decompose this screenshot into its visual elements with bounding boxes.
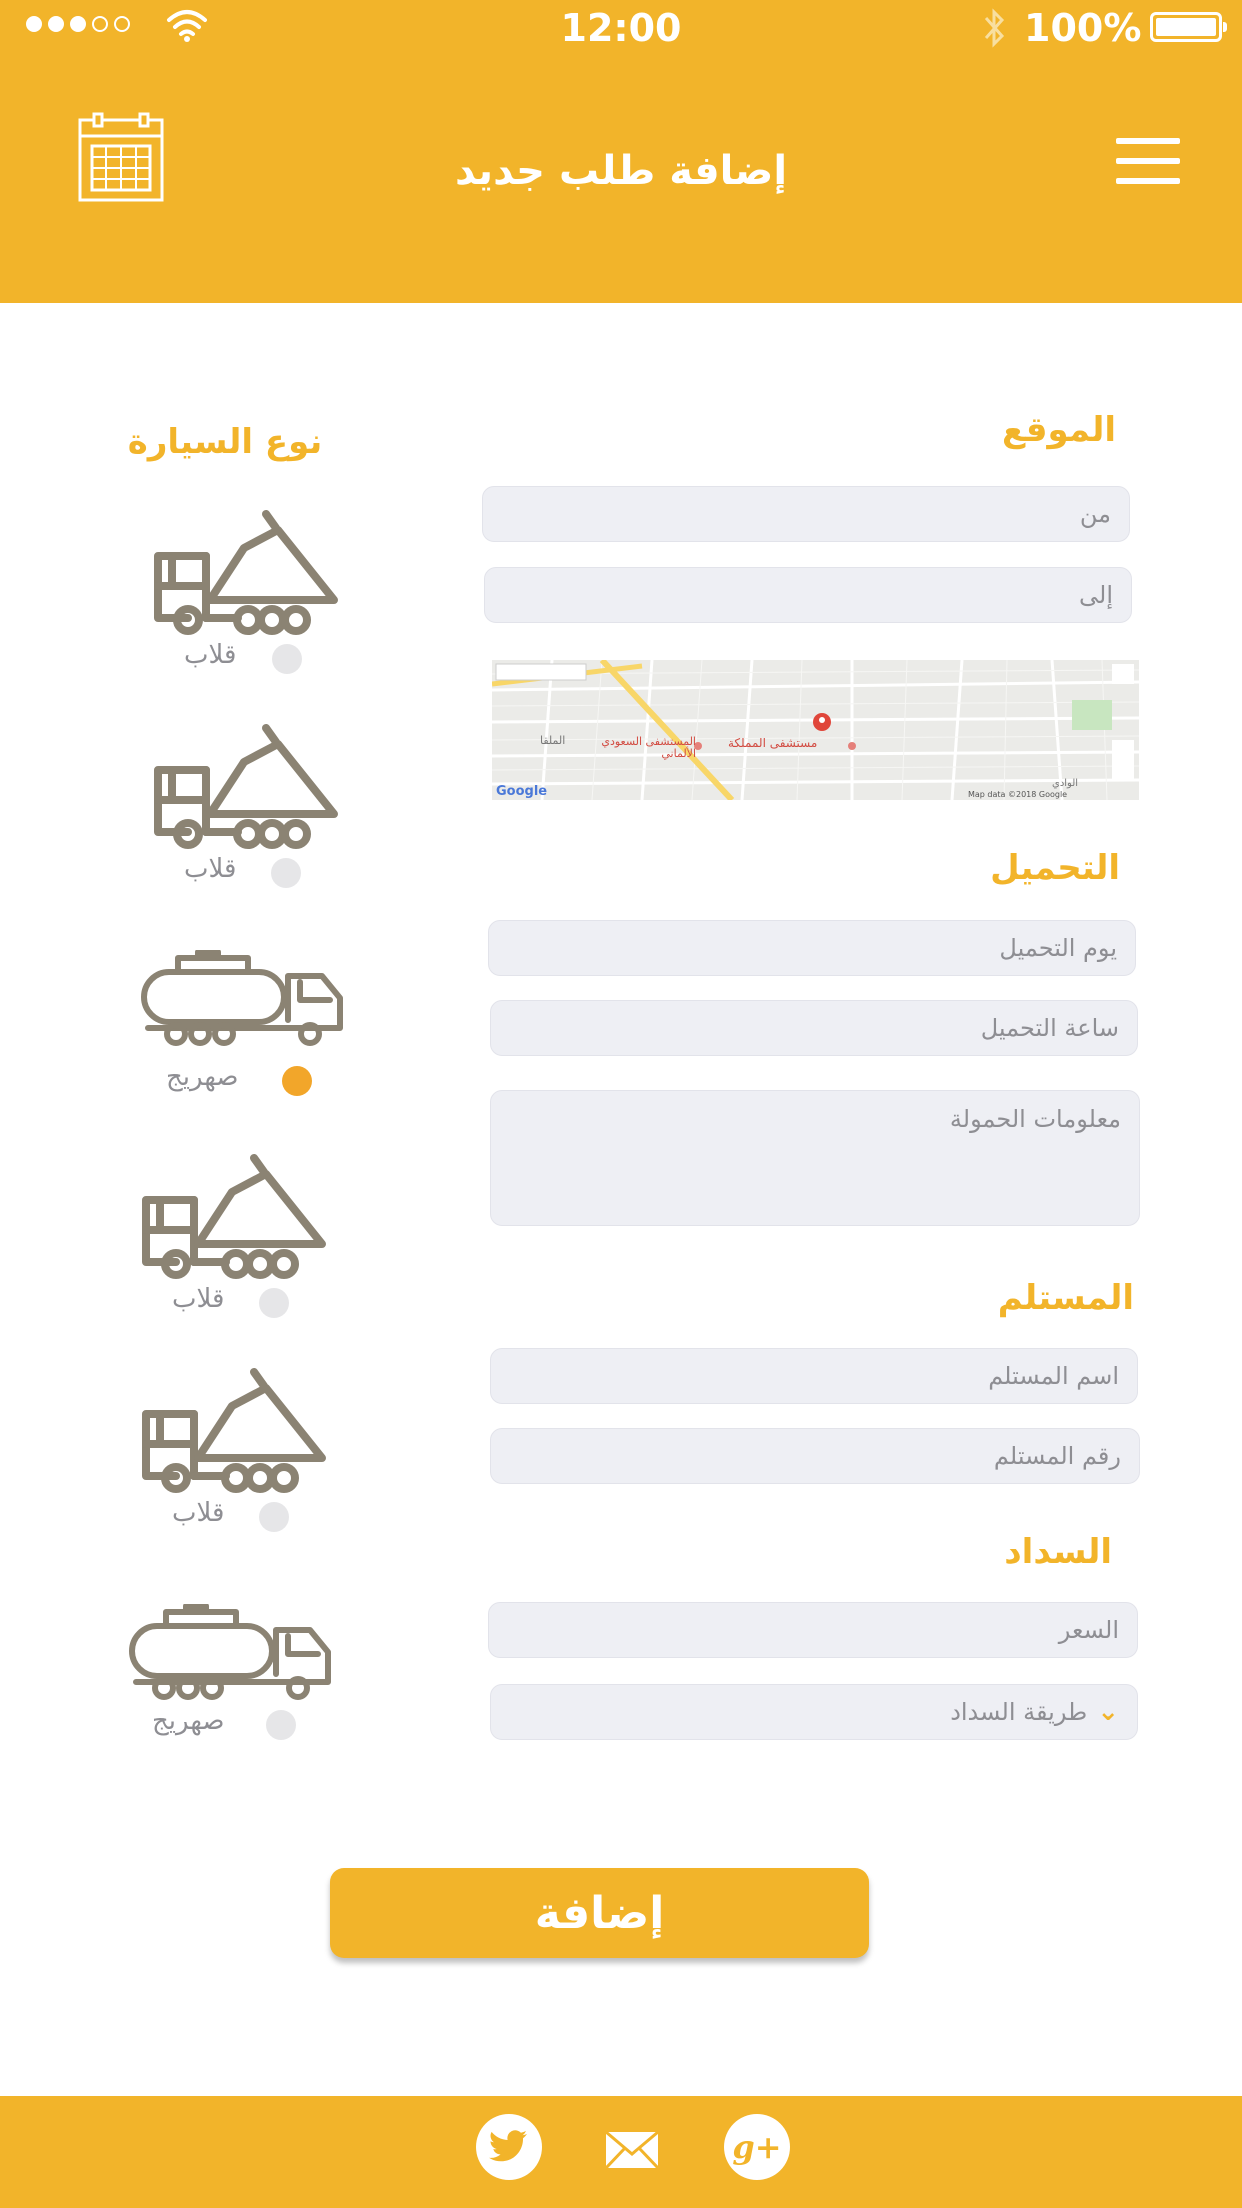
vehicle-label-1: قلاب (184, 640, 237, 670)
map-label-hospital: مستشفى المملكة (728, 736, 818, 750)
loading-day-input[interactable]: يوم التحميل (488, 920, 1136, 976)
battery-percent: 100% (1024, 6, 1142, 50)
from-input[interactable]: من (482, 486, 1130, 542)
dump-truck-icon[interactable] (136, 1366, 336, 1496)
google-plus-icon[interactable]: g+ (724, 2114, 790, 2180)
payment-method-select[interactable]: ⌄ طريقة السداد (490, 1684, 1138, 1740)
chevron-down-icon: ⌄ (1097, 1697, 1119, 1727)
payment-title: السداد (1004, 1532, 1112, 1572)
google-logo: Google (496, 784, 548, 799)
add-button[interactable]: إضافة (330, 1868, 869, 1958)
loading-title: التحميل (990, 848, 1120, 888)
dump-truck-icon[interactable] (148, 508, 348, 638)
vehicle-radio-2[interactable] (271, 858, 301, 888)
hamburger-menu-icon[interactable] (1116, 138, 1180, 184)
vehicle-label-2: قلاب (184, 854, 237, 884)
receiver-title: المستلم (997, 1278, 1134, 1318)
load-info-textarea[interactable]: معلومات الحمولة (490, 1090, 1140, 1226)
dump-truck-icon[interactable] (136, 1152, 336, 1282)
vehicle-label-4: قلاب (172, 1284, 225, 1314)
vehicle-type-title: نوع السيارة (127, 422, 323, 462)
tanker-truck-icon[interactable] (138, 950, 348, 1050)
bluetooth-icon (984, 8, 1005, 48)
location-title: الموقع (1001, 410, 1116, 450)
vehicle-label-6: صهريج (152, 1706, 225, 1736)
vehicle-radio-6[interactable] (266, 1710, 296, 1740)
map-view[interactable]: مستشفى المملكة المستشفى السعودي الألماني… (492, 660, 1139, 800)
loading-hour-input[interactable]: ساعة التحميل (490, 1000, 1138, 1056)
page-title: إضافة طلب جديد (454, 148, 788, 194)
mail-icon[interactable] (604, 2130, 660, 2170)
vehicle-radio-1[interactable] (272, 644, 302, 674)
receiver-number-input[interactable]: رقم المستلم (490, 1428, 1140, 1484)
status-bar: 12:00 100% (0, 0, 1242, 60)
vehicle-label-5: قلاب (172, 1498, 225, 1528)
map-credit: Map data ©2018 Google (968, 790, 1068, 799)
map-label-area: الملقا (540, 734, 566, 747)
twitter-icon[interactable] (476, 2114, 542, 2180)
price-input[interactable]: السعر (488, 1602, 1138, 1658)
vehicle-label-3: صهريج (166, 1062, 239, 1092)
map-label-area2: الوادي (1052, 778, 1079, 789)
vehicle-radio-3[interactable] (282, 1066, 312, 1096)
vehicle-radio-4[interactable] (259, 1288, 289, 1318)
map-label-hospital2: المستشفى السعودي الألماني (601, 735, 696, 760)
dump-truck-icon[interactable] (148, 722, 348, 852)
payment-method-label: طريقة السداد (950, 1698, 1088, 1726)
to-input[interactable]: إلى (484, 567, 1132, 623)
battery-icon (1150, 12, 1227, 42)
vehicle-radio-5[interactable] (259, 1502, 289, 1532)
receiver-name-input[interactable]: اسم المستلم (490, 1348, 1138, 1404)
tanker-truck-icon[interactable] (126, 1604, 336, 1704)
